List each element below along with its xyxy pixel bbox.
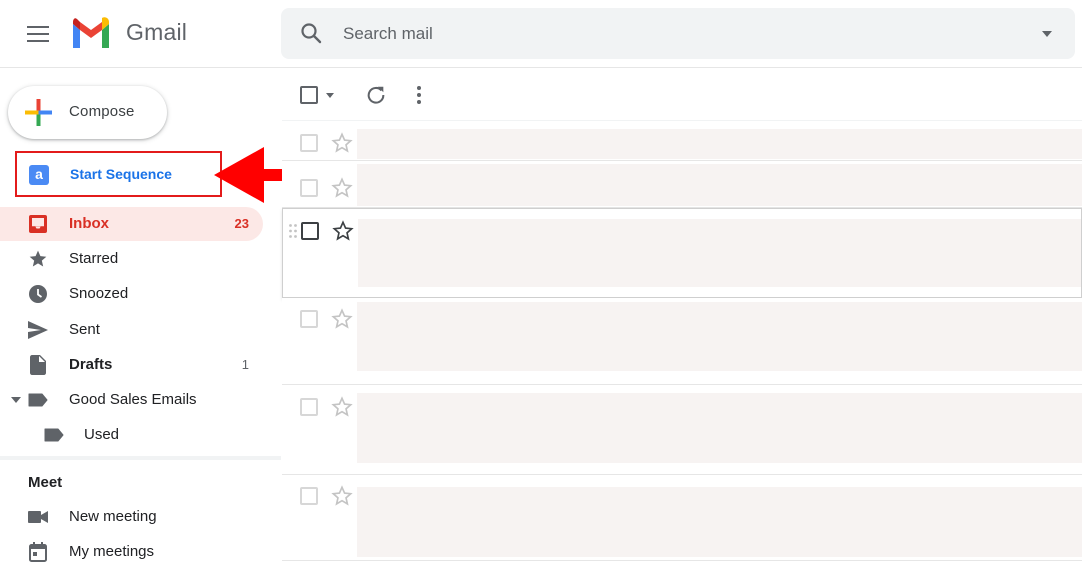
top-header: Gmail [0,0,1082,68]
sidebar-item-inbox[interactable]: Inbox 23 [0,207,263,241]
draft-count: 1 [241,357,249,372]
mail-toolbar [282,68,1082,121]
collapse-caret-icon[interactable] [11,397,21,403]
mail-row[interactable] [282,385,1082,475]
mail-row[interactable] [282,475,1082,561]
sidebar-item-snoozed[interactable]: Snoozed [0,277,263,311]
compose-label: Compose [69,103,135,120]
row-checkbox[interactable] [300,134,318,152]
search-icon[interactable] [299,21,323,45]
mail-preview-redacted [357,164,1082,206]
video-icon [27,507,49,527]
row-checkbox[interactable] [300,398,318,416]
mail-row[interactable] [282,162,1082,208]
meet-heading: Meet [28,474,63,491]
star-outline-icon[interactable] [332,220,354,242]
sidebar-item-good-sales-emails[interactable]: Good Sales Emails [0,383,263,417]
start-sequence-button[interactable]: a Start Sequence [15,151,222,197]
search-options-icon[interactable] [1041,28,1053,40]
more-options-icon[interactable] [409,84,429,106]
mail-preview-redacted [357,302,1082,371]
calendar-icon [27,542,49,562]
sidebar-item-starred[interactable]: Starred [0,242,263,276]
sidebar-item-used[interactable]: Used [0,418,263,452]
label-icon [43,425,65,445]
label-icon [27,390,49,410]
brand-name: Gmail [126,19,188,45]
mail-row[interactable] [282,298,1082,385]
start-sequence-label: Start Sequence [70,166,172,182]
star-outline-icon[interactable] [331,308,353,330]
sidebar-item-label: Inbox [69,215,109,232]
send-icon [27,320,49,340]
star-outline-icon[interactable] [331,177,353,199]
meet-item-my-meetings[interactable]: My meetings [0,535,263,569]
meet-item-label: New meeting [69,508,157,525]
sidebar-item-sent[interactable]: Sent [0,313,263,347]
row-checkbox[interactable] [300,487,318,505]
sidebar-item-label: Good Sales Emails [69,391,197,408]
search-bar [281,8,1075,59]
sidebar-item-label: Snoozed [69,285,129,302]
main-menu-button[interactable] [22,18,54,50]
mail-preview-redacted [357,129,1082,159]
draft-icon [27,355,49,375]
refresh-icon[interactable] [365,84,387,106]
mail-row[interactable] [282,121,1082,161]
star-icon [27,249,49,269]
select-all-checkbox[interactable] [300,86,318,104]
star-outline-icon[interactable] [331,132,353,154]
sidebar-item-label: Used [84,426,120,443]
sidebar-item-label: Sent [69,321,100,338]
star-outline-icon[interactable] [331,396,353,418]
sidebar-item-label: Drafts [69,356,113,373]
extension-badge-icon: a [29,165,49,185]
inbox-icon [27,214,49,234]
unread-count: 23 [234,216,249,231]
search-input[interactable] [343,20,993,48]
gmail-logo[interactable] [70,16,112,50]
hamburger-icon [27,26,49,42]
compose-button[interactable]: Compose [8,86,167,139]
select-options-icon[interactable] [325,90,335,100]
sidebar-item-label: Starred [69,250,119,267]
plus-icon [25,99,52,126]
mail-preview-redacted [357,393,1082,463]
meet-item-label: My meetings [69,543,155,560]
row-checkbox[interactable] [300,310,318,328]
row-checkbox[interactable] [300,179,318,197]
sidebar-divider [0,456,281,460]
mail-preview-redacted [358,219,1081,287]
meet-item-new-meeting[interactable]: New meeting [0,500,263,534]
row-checkbox[interactable] [301,222,319,240]
drag-handle-icon[interactable] [288,223,298,239]
star-outline-icon[interactable] [331,485,353,507]
mail-row-focused[interactable] [282,208,1082,298]
mail-preview-redacted [357,487,1082,557]
clock-icon [27,284,49,304]
sidebar-item-drafts[interactable]: Drafts 1 [0,348,263,382]
